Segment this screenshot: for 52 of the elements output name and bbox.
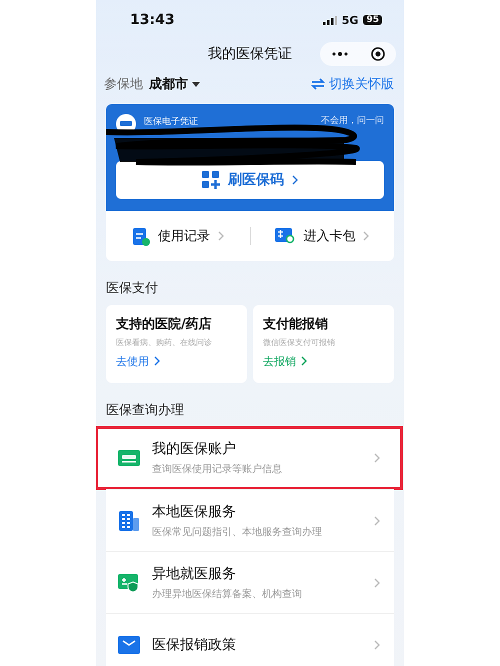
menu-capsule[interactable] bbox=[320, 42, 396, 66]
service-subtitle: 办理异地医保结算备案、机构查询 bbox=[152, 588, 303, 600]
clipboard-icon bbox=[132, 226, 150, 246]
chevron-icon bbox=[374, 453, 380, 463]
close-icon[interactable] bbox=[370, 47, 384, 61]
help-link[interactable]: 不会用，问一问 bbox=[321, 114, 384, 127]
card-title: 医保电子凭证 bbox=[144, 116, 198, 129]
service-title: 本地医保服务 bbox=[152, 502, 237, 520]
service-subtitle: 医保常见问题指引、本地服务查询办理 bbox=[152, 526, 323, 538]
chevron-icon bbox=[374, 578, 380, 588]
chevron-icon bbox=[218, 231, 224, 241]
payment-card[interactable]: 支持的医院/药店 医保看病、购药、在线问诊 去使用 bbox=[106, 305, 247, 383]
payment-card-subtitle: 微信医保支付可报销 bbox=[263, 337, 335, 348]
document-icon bbox=[118, 636, 140, 654]
caret-icon bbox=[192, 82, 200, 86]
wallet-icon bbox=[275, 227, 296, 245]
service-subtitle: 查询医保使用记录等账户信息 bbox=[152, 462, 283, 476]
service-title: 异地就医服务 bbox=[152, 564, 237, 582]
chevron-icon bbox=[301, 356, 307, 366]
payment-card-subtitle: 医保看病、购药、在线问诊 bbox=[116, 337, 212, 348]
section-title: 医保查询办理 bbox=[105, 402, 185, 420]
scan-code-button[interactable]: 刷医保码 bbox=[116, 161, 384, 199]
chevron-icon bbox=[374, 640, 380, 650]
chevron-icon bbox=[363, 231, 370, 241]
building-icon bbox=[118, 510, 140, 532]
city-selector[interactable]: 成都市 bbox=[149, 75, 200, 93]
more-icon[interactable] bbox=[332, 52, 348, 56]
service-title: 医保报销政策 bbox=[152, 636, 237, 654]
payment-card-action: 去使用 bbox=[116, 354, 149, 369]
chevron-icon bbox=[154, 356, 160, 366]
battery-level: 95 bbox=[363, 15, 382, 25]
payment-card[interactable]: 支付能报销 微信医保支付可报销 去报销 bbox=[253, 305, 394, 383]
status-time: 13:43 bbox=[130, 12, 175, 28]
service-title: 我的医保账户 bbox=[152, 440, 237, 458]
page-title: 我的医保凭证 bbox=[208, 45, 292, 63]
chevron-icon bbox=[374, 516, 380, 526]
section-title: 医保支付 bbox=[105, 280, 159, 298]
card-link[interactable]: 使用记录 bbox=[106, 225, 250, 247]
payment-card-title: 支付能报销 bbox=[263, 316, 328, 333]
payment-card-action: 去报销 bbox=[263, 354, 296, 369]
card-icon bbox=[118, 450, 140, 466]
swap-icon bbox=[311, 78, 325, 90]
qr-plus-icon bbox=[202, 171, 220, 189]
payment-card-title: 支持的医院/药店 bbox=[116, 316, 212, 333]
signal-icon bbox=[322, 16, 337, 24]
network-label: 5G bbox=[342, 14, 358, 26]
card-shield-icon bbox=[118, 574, 140, 592]
location-label: 参保地 bbox=[104, 76, 143, 93]
chevron-icon bbox=[292, 175, 298, 185]
care-mode-link[interactable]: 切换关怀版 bbox=[311, 75, 394, 93]
card-link[interactable]: 进入卡包 bbox=[250, 226, 394, 246]
highlighted-service-item[interactable]: 我的医保账户 查询医保使用记录等账户信息 bbox=[96, 427, 402, 489]
